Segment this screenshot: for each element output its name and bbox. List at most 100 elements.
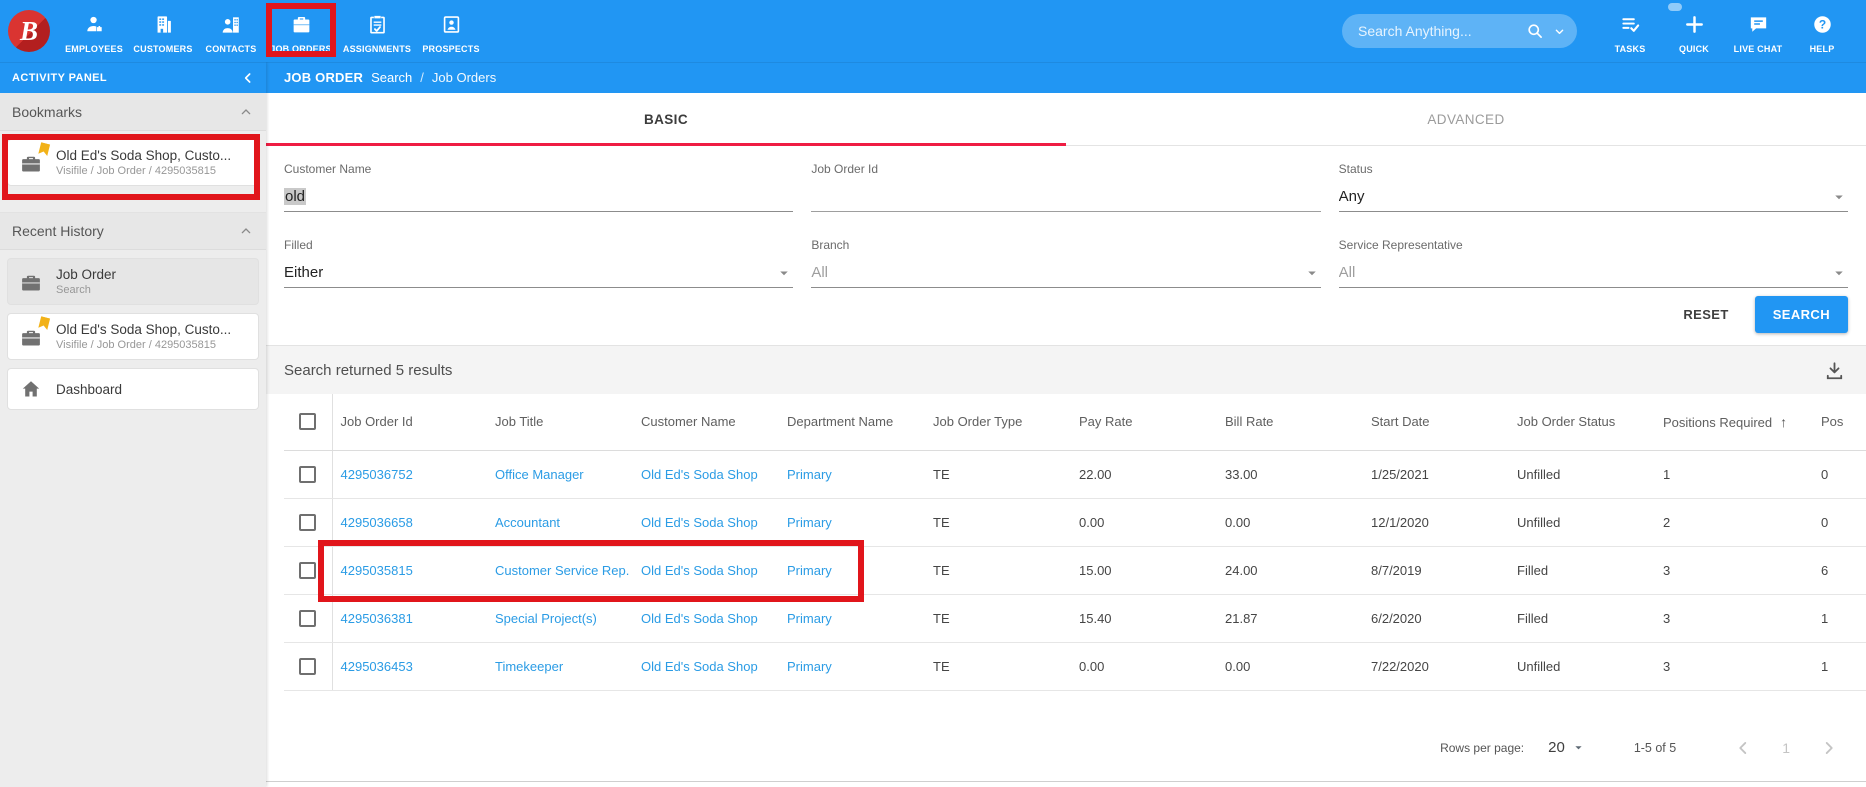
column-header[interactable]: Job Order Status <box>1509 394 1655 451</box>
recent-item-old-eds[interactable]: Old Ed's Soda Shop, Custo... Visifile / … <box>7 313 259 360</box>
cell-link[interactable]: Primary <box>787 563 832 578</box>
recent-history-section-header[interactable]: Recent History <box>0 212 266 250</box>
cell-link[interactable]: Old Ed's Soda Shop <box>641 659 758 674</box>
cell-link[interactable]: Special Project(s) <box>495 611 597 626</box>
cell-link[interactable]: Timekeeper <box>495 659 563 674</box>
nav-live-chat[interactable]: LIVE CHAT <box>1726 9 1790 54</box>
cell-text: 6 <box>1821 562 1829 578</box>
recent-item-subtitle: Search <box>56 284 91 296</box>
column-header[interactable]: Job Order Type <box>925 394 1071 451</box>
cell-link[interactable]: Office Manager <box>495 467 584 482</box>
service-representative-value: All <box>1338 264 1356 281</box>
content-bottom-divider <box>266 780 1866 782</box>
cell-link[interactable]: Old Ed's Soda Shop <box>641 515 758 530</box>
row-checkbox[interactable] <box>299 561 317 579</box>
cell-link[interactable]: Primary <box>787 659 832 674</box>
current-page[interactable]: 1 <box>1782 740 1790 756</box>
search-form: Customer Name old Job Order Id Status An… <box>266 146 1866 288</box>
cell-link[interactable]: 4295036658 <box>341 515 413 530</box>
next-page-icon[interactable] <box>1818 737 1840 759</box>
dropdown-caret-icon[interactable] <box>775 264 793 282</box>
select-all-checkbox[interactable] <box>299 413 317 431</box>
nav-help[interactable]: ? HELP <box>1790 9 1854 54</box>
chevron-up-icon[interactable] <box>238 223 254 239</box>
utility-nav: TASKS QUICK LIVE CHAT ? HELP <box>1598 9 1854 54</box>
row-checkbox[interactable] <box>299 609 317 627</box>
tab-advanced[interactable]: ADVANCED <box>1066 93 1866 145</box>
tasks-icon <box>1619 13 1642 41</box>
tab-basic[interactable]: BASIC <box>266 93 1066 146</box>
nav-job-orders[interactable]: JOB ORDERS <box>266 0 336 62</box>
help-icon: ? <box>1811 13 1834 41</box>
bookmarks-section-header[interactable]: Bookmarks <box>0 93 266 131</box>
dropdown-caret-icon[interactable] <box>1830 264 1848 282</box>
global-search[interactable] <box>1342 14 1577 48</box>
field-label: Customer Name <box>284 162 372 176</box>
cell-text: 0 <box>1821 514 1829 530</box>
cell-text: 1 <box>1821 658 1829 674</box>
breadcrumb-current[interactable]: Job Orders <box>432 70 496 85</box>
nav-employees[interactable]: EMPLOYEES <box>62 0 126 62</box>
cell-link[interactable]: Old Ed's Soda Shop <box>641 467 758 482</box>
column-header[interactable]: Customer Name <box>633 394 779 451</box>
cell-link[interactable]: Accountant <box>495 515 560 530</box>
dropdown-caret-icon[interactable] <box>1303 264 1321 282</box>
column-header[interactable]: Bill Rate <box>1217 394 1363 451</box>
cell-link[interactable]: 4295035815 <box>341 563 413 578</box>
service-representative-select[interactable]: All <box>1338 258 1848 288</box>
previous-page-icon[interactable] <box>1732 737 1754 759</box>
column-header[interactable]: Positions Required ↑ <box>1655 394 1813 451</box>
cell-link[interactable]: 4295036752 <box>341 467 413 482</box>
cell-link[interactable]: Old Ed's Soda Shop <box>641 563 758 578</box>
bookmark-item[interactable]: Old Ed's Soda Shop, Custo... Visifile / … <box>7 139 259 186</box>
form-actions: RESET SEARCH <box>266 288 1866 345</box>
branch-value: All <box>811 264 828 281</box>
rows-per-page-value: 20 <box>1548 739 1565 756</box>
column-header[interactable]: Department Name <box>779 394 925 451</box>
chevron-up-icon[interactable] <box>238 104 254 120</box>
cell-link[interactable]: 4295036381 <box>341 611 413 626</box>
column-header[interactable]: Pay Rate <box>1071 394 1217 451</box>
pagination: Rows per page: 20 1-5 of 5 1 <box>266 691 1866 781</box>
row-checkbox[interactable] <box>299 657 317 675</box>
row-checkbox[interactable] <box>299 513 317 531</box>
cell-text: 3 <box>1663 658 1671 674</box>
sort-ascending-icon[interactable]: ↑ <box>1780 414 1787 430</box>
recent-item-dashboard[interactable]: Dashboard <box>7 368 259 410</box>
search-scope-chevron-icon[interactable] <box>1552 24 1567 39</box>
nav-tasks[interactable]: TASKS <box>1598 9 1662 54</box>
column-header[interactable]: Job Order Id <box>332 394 487 451</box>
dropdown-caret-icon[interactable] <box>1830 188 1848 206</box>
column-header[interactable]: Job Title <box>487 394 633 451</box>
column-header[interactable]: Start Date <box>1363 394 1509 451</box>
filled-select[interactable]: Either <box>284 258 794 288</box>
download-icon[interactable] <box>1823 359 1846 382</box>
cell-link[interactable]: Primary <box>787 515 832 530</box>
rows-per-page-select[interactable]: 20 <box>1548 739 1586 756</box>
cell-link[interactable]: Primary <box>787 467 832 482</box>
app-logo[interactable]: B <box>8 10 50 52</box>
search-icon[interactable] <box>1525 21 1546 42</box>
row-checkbox[interactable] <box>299 465 317 483</box>
column-header[interactable]: Pos <box>1813 394 1866 451</box>
status-select[interactable]: Any <box>1338 182 1848 212</box>
nav-prospects[interactable]: PROSPECTS <box>418 0 484 62</box>
cell-link[interactable]: Primary <box>787 611 832 626</box>
collapse-panel-icon[interactable] <box>240 70 256 86</box>
cell-link[interactable]: Old Ed's Soda Shop <box>641 611 758 626</box>
cell-link[interactable]: 4295036453 <box>341 659 413 674</box>
global-search-input[interactable] <box>1358 23 1525 39</box>
branch-select[interactable]: All <box>811 258 1321 288</box>
nav-contacts[interactable]: CONTACTS <box>200 0 262 62</box>
recent-item-title: Dashboard <box>56 381 123 397</box>
search-button[interactable]: SEARCH <box>1754 296 1848 333</box>
job-order-id-input[interactable] <box>811 182 1321 212</box>
reset-button[interactable]: RESET <box>1669 297 1742 332</box>
nav-assignments[interactable]: ASSIGNMENTS <box>340 0 414 62</box>
customer-name-input[interactable]: old <box>284 182 794 212</box>
nav-customers[interactable]: CUSTOMERS <box>130 0 196 62</box>
cell-link[interactable]: Customer Service Rep. <box>495 563 629 578</box>
recent-item-job-order-search[interactable]: Job Order Search <box>7 258 259 305</box>
nav-quick[interactable]: QUICK <box>1662 9 1726 54</box>
clipboard-icon <box>366 13 389 41</box>
